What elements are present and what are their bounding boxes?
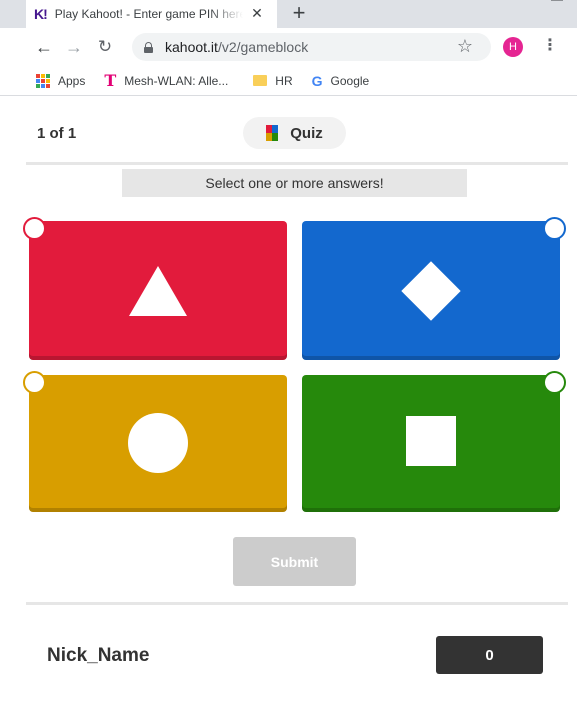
player-nickname: Nick_Name [47, 645, 150, 666]
browser-menu-icon[interactable]: ⋮ [542, 37, 558, 55]
quiz-icon [266, 125, 279, 141]
bookmark-label: HR [275, 73, 293, 88]
question-counter: 1 of 1 [37, 125, 77, 142]
instruction-banner: Select one or more answers! [122, 169, 467, 197]
bookmarks-bar: Apps T Mesh-WLAN: Alle... HR G Google [0, 66, 577, 96]
back-arrow-icon[interactable]: ← [34, 36, 54, 58]
telekom-icon: T [104, 71, 117, 90]
new-tab-button[interactable]: + [289, 1, 309, 25]
bookmark-google[interactable]: G Google [312, 73, 370, 89]
circle-icon [128, 413, 188, 473]
answer-checkbox[interactable] [543, 217, 566, 240]
google-icon: G [311, 72, 323, 89]
kahoot-favicon-icon: K! [34, 6, 48, 22]
tab-title: Play Kahoot! - Enter game PIN here! [54, 7, 243, 21]
answer-checkbox[interactable] [543, 371, 566, 394]
bookmark-label: Google [330, 73, 370, 88]
question-type-badge: Quiz [243, 117, 346, 149]
answer-square[interactable] [302, 371, 566, 512]
forward-arrow-icon[interactable]: → [64, 36, 84, 58]
diamond-icon [401, 261, 461, 321]
answer-checkbox[interactable] [23, 371, 46, 394]
url-path: /v2/gameblock [217, 39, 309, 55]
apps-grid-icon [36, 73, 50, 88]
question-type-label: Quiz [290, 124, 323, 142]
answer-checkbox[interactable] [23, 217, 46, 240]
bookmark-label: Apps [58, 73, 86, 88]
answer-diamond[interactable] [302, 217, 566, 360]
reload-icon[interactable]: ↻ [95, 36, 115, 58]
lock-icon [144, 41, 153, 53]
browser-toolbar: ← → ↻ kahoot.it/v2/gameblock ☆ H ⋮ [0, 28, 577, 66]
square-icon [406, 416, 456, 466]
bookmark-hr[interactable]: HR [253, 73, 293, 88]
bookmark-apps[interactable]: Apps [36, 73, 86, 88]
browser-tab-strip: K! Play Kahoot! - Enter game PIN here! ✕… [0, 0, 577, 28]
bookmark-mesh-wlan[interactable]: T Mesh-WLAN: Alle... [104, 71, 228, 90]
url-host: kahoot.it [165, 39, 218, 55]
game-top-bar: 1 of 1 Quiz [26, 101, 568, 165]
close-tab-icon[interactable]: ✕ [249, 5, 265, 22]
submit-button[interactable]: Submit [233, 537, 356, 586]
answer-circle[interactable] [23, 371, 287, 512]
folder-icon [253, 75, 268, 86]
browser-tab[interactable]: K! Play Kahoot! - Enter game PIN here! ✕ [26, 0, 277, 28]
bookmark-star-icon[interactable]: ☆ [457, 36, 473, 57]
bookmark-label: Mesh-WLAN: Alle... [124, 73, 229, 88]
score-badge: 0 [436, 636, 543, 674]
answer-triangle[interactable] [23, 217, 287, 360]
triangle-icon [129, 266, 187, 316]
address-bar[interactable]: kahoot.it/v2/gameblock ☆ [132, 33, 491, 61]
minimize-window-icon[interactable]: — [551, 0, 563, 6]
profile-avatar[interactable]: H [503, 37, 523, 57]
footer-divider [26, 602, 568, 605]
